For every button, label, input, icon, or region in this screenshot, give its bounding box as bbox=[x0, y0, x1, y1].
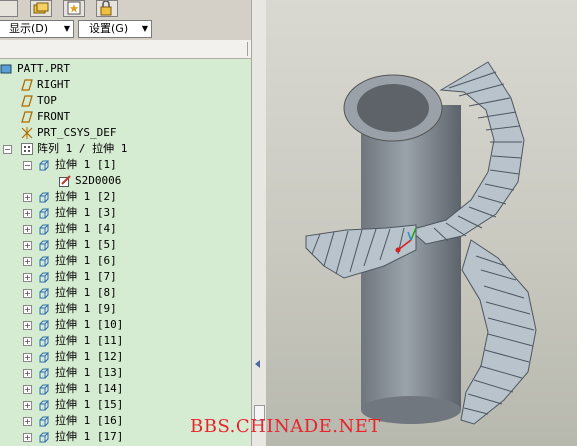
tree-scrollbar[interactable] bbox=[251, 0, 267, 446]
expand-icon[interactable]: + bbox=[23, 257, 32, 266]
expand-icon[interactable]: + bbox=[23, 321, 32, 330]
extrude-icon bbox=[39, 160, 50, 171]
expand-icon[interactable]: + bbox=[23, 337, 32, 346]
display-menu-label: 显示(D) bbox=[9, 22, 49, 35]
tree-item-label: PRT_CSYS_DEF bbox=[37, 126, 117, 139]
extrude-icon bbox=[39, 352, 50, 363]
model-tree-panel: 显示(D) ▼ 设置(G) ▼ PATT.PRT RIGHT TOP FRONT bbox=[0, 0, 255, 446]
tree-item-label: 拉伸 1 [5] bbox=[55, 238, 117, 251]
tree-item-label: 拉伸 1 [16] bbox=[55, 414, 124, 427]
column-hole bbox=[357, 84, 429, 132]
extrude-icon bbox=[39, 400, 50, 411]
display-menu[interactable]: 显示(D) ▼ bbox=[0, 20, 74, 38]
watermark: BBS.CHINADE.NET bbox=[190, 416, 381, 437]
tree-item-label: 拉伸 1 [2] bbox=[55, 190, 117, 203]
extrude-icon bbox=[39, 304, 50, 315]
tree-item-label: 拉伸 1 [8] bbox=[55, 286, 117, 299]
tree-item-label: 阵列 1 / 拉伸 1 bbox=[37, 142, 128, 155]
expand-icon[interactable]: + bbox=[23, 289, 32, 298]
star-icon bbox=[67, 1, 81, 15]
csys-icon bbox=[21, 127, 33, 139]
toolbar-button-1[interactable] bbox=[0, 0, 18, 17]
tree-item-label: RIGHT bbox=[37, 78, 71, 91]
chevron-down-icon: ▼ bbox=[141, 24, 148, 33]
extrude-icon bbox=[39, 256, 50, 267]
spiral-staircase-model bbox=[305, 61, 537, 425]
extrude-icon bbox=[39, 288, 50, 299]
sketch-icon bbox=[59, 175, 71, 187]
extrude-icon bbox=[39, 336, 50, 347]
tree-item-label: TOP bbox=[37, 94, 57, 107]
datum-plane-icon bbox=[21, 95, 33, 107]
tree-item-label: 拉伸 1 [13] bbox=[55, 366, 124, 379]
folder-icon bbox=[33, 2, 49, 14]
tree-item-label: 拉伸 1 [9] bbox=[55, 302, 117, 315]
datum-plane-icon bbox=[21, 79, 33, 91]
expand-icon[interactable]: + bbox=[23, 369, 32, 378]
extrude-icon bbox=[39, 432, 50, 443]
tree-menubar: 显示(D) ▼ 设置(G) ▼ bbox=[0, 19, 255, 39]
extrude-icon bbox=[39, 192, 50, 203]
expand-icon[interactable]: + bbox=[23, 401, 32, 410]
collapse-panel-arrow-icon[interactable] bbox=[255, 360, 260, 368]
expand-icon[interactable]: + bbox=[23, 305, 32, 314]
extrude-icon bbox=[39, 224, 50, 235]
tree-item-label: 拉伸 1 [11] bbox=[55, 334, 124, 347]
expand-icon[interactable]: + bbox=[23, 353, 32, 362]
tree-item-label: 拉伸 1 [14] bbox=[55, 382, 124, 395]
collapse-icon[interactable]: − bbox=[23, 161, 32, 170]
expand-icon[interactable]: + bbox=[23, 385, 32, 394]
extrude-icon bbox=[39, 272, 50, 283]
tree-item-label: 拉伸 1 [17] bbox=[55, 430, 124, 443]
collapse-icon[interactable]: − bbox=[3, 145, 12, 154]
tree-item-label: 拉伸 1 [7] bbox=[55, 270, 117, 283]
column-divider[interactable] bbox=[247, 42, 248, 56]
graphics-viewport[interactable] bbox=[266, 0, 577, 446]
extrude-icon bbox=[39, 320, 50, 331]
tree-item-label: 拉伸 1 [12] bbox=[55, 350, 124, 363]
pattern-icon bbox=[21, 143, 33, 155]
tree-item-label: 拉伸 1 [15] bbox=[55, 398, 124, 411]
extrude-icon bbox=[39, 240, 50, 251]
datum-plane-icon bbox=[21, 111, 33, 123]
expand-icon[interactable]: + bbox=[23, 433, 32, 442]
extrude-icon bbox=[39, 368, 50, 379]
expand-icon[interactable]: + bbox=[23, 273, 32, 282]
tree-item-label: 拉伸 1 [3] bbox=[55, 206, 117, 219]
lock-icon bbox=[100, 0, 112, 16]
chevron-down-icon: ▼ bbox=[63, 24, 70, 33]
extrude-icon bbox=[39, 208, 50, 219]
settings-menu[interactable]: 设置(G) ▼ bbox=[78, 20, 152, 38]
model-tree: PATT.PRT RIGHT TOP FRONT PRT_CSYS_DEF − bbox=[0, 59, 251, 446]
lower-steps bbox=[460, 239, 537, 425]
tree-root-label: PATT.PRT bbox=[17, 62, 70, 75]
tree-item-label: 拉伸 1 [4] bbox=[55, 222, 117, 235]
expand-icon[interactable]: + bbox=[23, 241, 32, 250]
expand-icon[interactable]: + bbox=[23, 193, 32, 202]
tree-item-label: 拉伸 1 [10] bbox=[55, 318, 124, 331]
expand-icon[interactable]: + bbox=[23, 209, 32, 218]
tree-item-label: 拉伸 1 [6] bbox=[55, 254, 117, 267]
tree-item-label: 拉伸 1 [1] bbox=[55, 158, 117, 171]
part-icon bbox=[0, 64, 12, 74]
extrude-icon bbox=[39, 384, 50, 395]
expand-icon[interactable]: + bbox=[23, 225, 32, 234]
settings-menu-label: 设置(G) bbox=[89, 22, 129, 35]
toolbar-folder-button[interactable] bbox=[30, 0, 52, 17]
tree-toolbar bbox=[0, 0, 255, 18]
extrude-icon bbox=[39, 416, 50, 427]
tree-column-header[interactable] bbox=[0, 40, 251, 59]
toolbar-star-button[interactable] bbox=[63, 0, 85, 17]
tree-item-label: S2D0006 bbox=[75, 174, 122, 187]
expand-icon[interactable]: + bbox=[23, 417, 32, 426]
tree-item-label: FRONT bbox=[37, 110, 71, 123]
toolbar-lock-button[interactable] bbox=[96, 0, 118, 17]
